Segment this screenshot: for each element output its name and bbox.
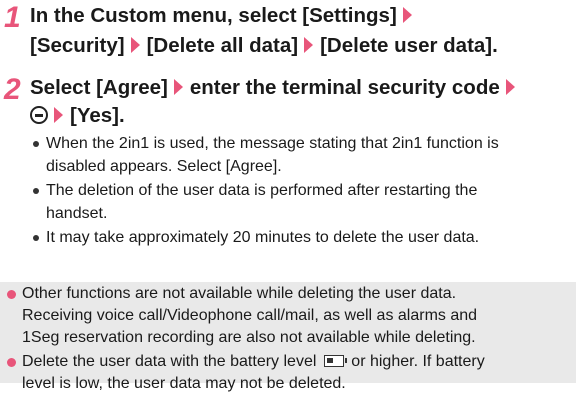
step-2-line-2: [Yes].	[30, 104, 125, 128]
list-item: When the 2in1 is used, the message stati…	[46, 135, 499, 152]
minus-key-icon	[30, 106, 48, 124]
note-bullet	[7, 290, 16, 299]
notes-panel: Other functions are not available while …	[0, 282, 576, 392]
bullet-dot	[33, 141, 39, 147]
arrow-right-icon	[304, 37, 314, 53]
arrow-right-icon	[130, 37, 140, 53]
bullet-dot	[33, 235, 39, 241]
note-bullet	[7, 358, 16, 367]
note-1-line-1: Other functions are not available while …	[22, 285, 457, 302]
step-1-line-1: In the Custom menu, select [Settings]	[30, 4, 419, 28]
step-1-line-2: [Security] [Delete all data] [Delete user …	[30, 34, 498, 57]
step-2-line-1: Select [Agree] enter the terminal securit…	[30, 76, 522, 100]
list-item-continuation: disabled appears. Select [Agree].	[46, 158, 282, 175]
note-2-line-1: Delete the user data with the battery le…	[22, 353, 485, 370]
list-item: It may take approximately 20 minutes to …	[46, 229, 480, 246]
arrow-right-icon	[402, 7, 412, 23]
note-1-line-2: Receiving voice call/Videophone call/mai…	[22, 307, 478, 324]
arrow-right-icon	[505, 79, 515, 95]
note-2-line-2: level is low, the user data may not be d…	[22, 375, 346, 392]
step-number: 1	[4, 1, 21, 34]
list-item-continuation: handset.	[46, 205, 108, 222]
list-item: The deletion of the user data is perform…	[46, 182, 478, 199]
note-1-line-3: 1Seg reservation recording are also not …	[22, 329, 476, 346]
arrow-right-icon	[173, 79, 183, 95]
arrow-right-icon	[54, 107, 63, 123]
battery-level-icon	[323, 355, 347, 367]
bullet-dot	[33, 188, 39, 194]
step-number: 2	[4, 73, 21, 106]
